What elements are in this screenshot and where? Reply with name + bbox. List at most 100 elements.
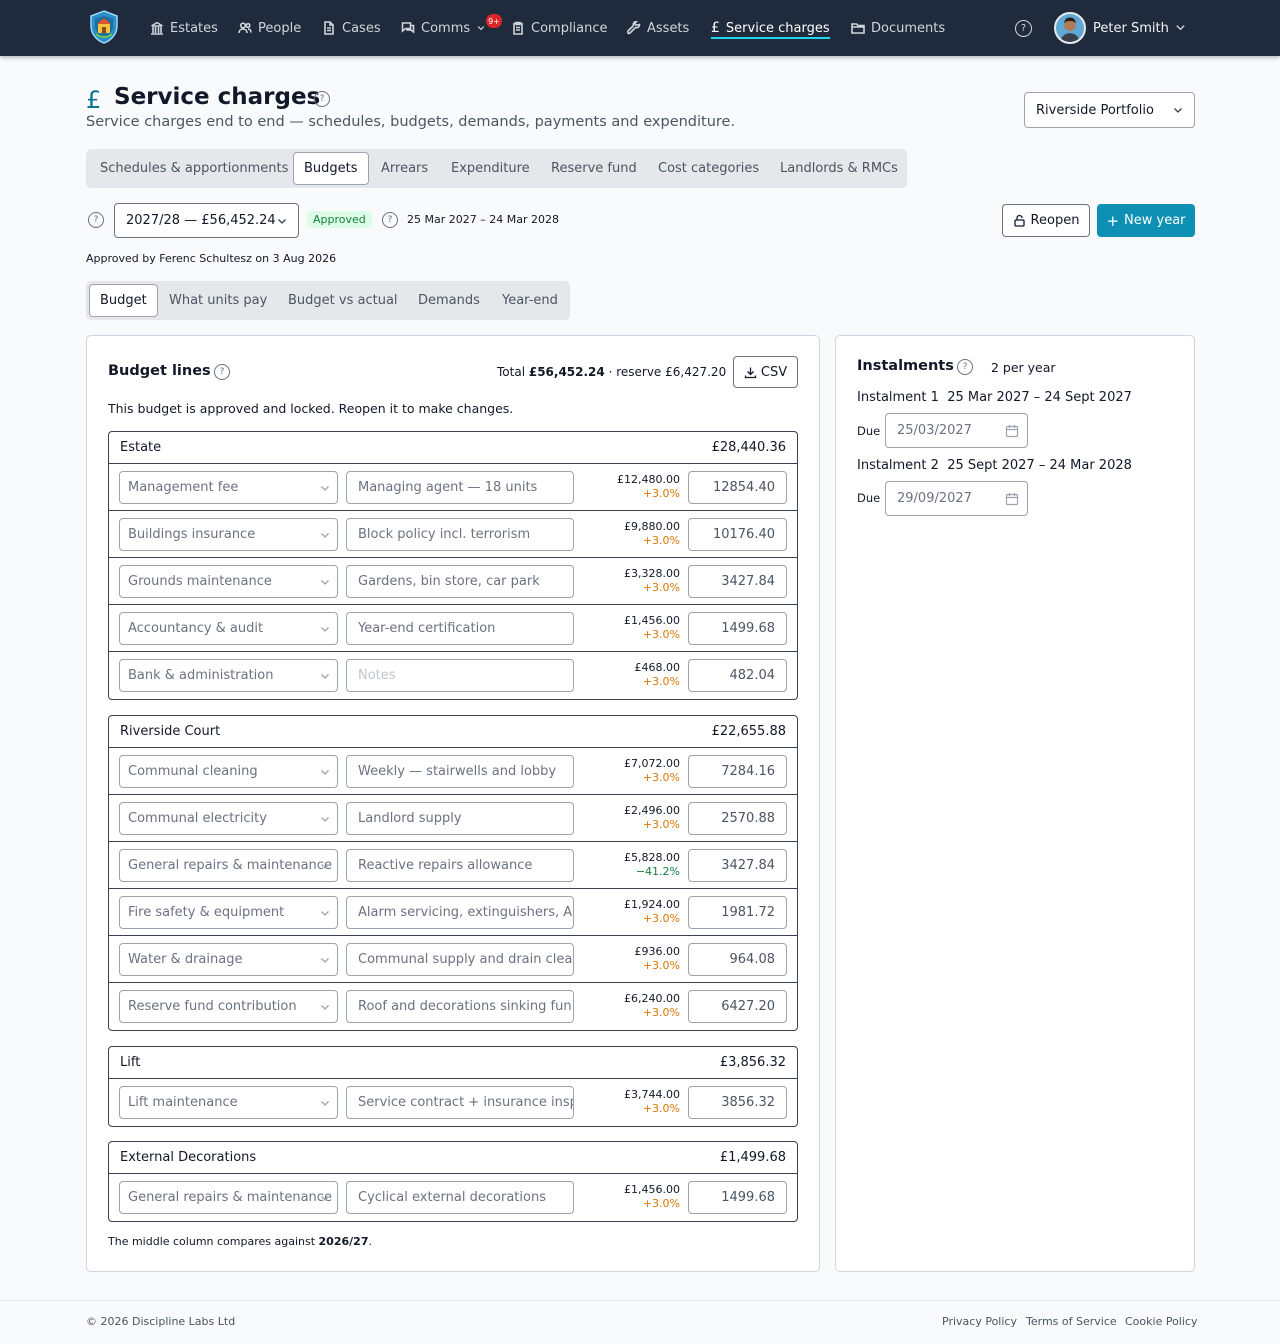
nav-compliance-label: Compliance [531,20,608,36]
terms-of-service-link[interactable]: Terms of Service [1026,1315,1117,1328]
line-notes-input[interactable]: Managing agent — 18 units [346,471,574,504]
calendar-icon[interactable] [1005,492,1019,506]
budget-amount-input[interactable]: 3856.32 [688,1086,787,1119]
calendar-icon[interactable] [1005,424,1019,438]
help-icon[interactable]: ? [1015,20,1032,37]
subtab-budget-vs-actual[interactable]: Budget vs actual [288,281,398,320]
cost-category-select[interactable]: Lift maintenance [119,1086,338,1119]
nav-assets[interactable]: Assets [627,0,689,56]
line-notes-input[interactable]: Gardens, bin store, car park [346,565,574,598]
subtab-demands[interactable]: Demands [418,281,480,320]
previous-year-amount: £1,456.00 +3.0% [624,1183,680,1211]
line-notes-input[interactable]: Landlord supply [346,802,574,835]
budget-line-row: General repairs & maintenance Cyclical ex… [109,1174,797,1221]
budget-year-select[interactable]: 2027/28 — £56,452.24 [114,203,299,238]
budget-amount-value: 1499.68 [721,1190,775,1205]
line-notes-value: Communal supply and drain clea [358,952,573,967]
instalments-help-icon[interactable]: ? [957,359,973,375]
cost-category-value: General repairs & maintenance [128,1190,332,1205]
tab-reserve-fund[interactable]: Reserve fund [551,149,637,188]
tab-cost-categories[interactable]: Cost categories [658,149,759,188]
page-help-icon[interactable]: ? [314,91,330,107]
cost-category-select[interactable]: General repairs & maintenance [119,849,338,882]
tab-schedules-apportionments[interactable]: Schedules & apportionments [100,149,288,188]
line-notes-input[interactable]: Roof and decorations sinking fun [346,990,574,1023]
budget-amount-input[interactable]: 3427.84 [688,849,787,882]
previous-amount: £9,880.00 [624,520,680,533]
budget-amount-input[interactable]: 12854.40 [688,471,787,504]
budget-amount-input[interactable]: 2570.88 [688,802,787,835]
cost-category-select[interactable]: Communal electricity [119,802,338,835]
nav-comms[interactable]: Comms [401,0,486,56]
instalment-2-period: 25 Sept 2027 – 24 Mar 2028 [947,458,1132,473]
cost-category-select[interactable]: Communal cleaning [119,755,338,788]
line-notes-input[interactable]: Weekly — stairwells and lobby [346,755,574,788]
line-notes-input[interactable]: Service contract + insurance insp [346,1086,574,1119]
line-notes-input[interactable]: Alarm servicing, extinguishers, A [346,896,574,929]
chevron-down-icon [321,958,329,963]
nav-estates[interactable]: Estates [150,0,218,56]
line-notes-input[interactable]: Reactive repairs allowance [346,849,574,882]
nav-compliance[interactable]: Compliance [511,0,608,56]
new-year-button[interactable]: + New year [1097,204,1195,237]
csv-export-button[interactable]: CSV [733,356,798,388]
cost-category-select[interactable]: Water & drainage [119,943,338,976]
change-percent: +3.0% [642,534,680,547]
user-menu-chevron-icon[interactable] [1175,22,1186,33]
instalment-1-due-label: Due [857,424,881,438]
line-notes-input[interactable]: Cyclical external decorations [346,1181,574,1214]
nav-service-charges-label: Service charges [725,20,830,36]
budget-amount-input[interactable]: 10176.40 [688,518,787,551]
nav-cases[interactable]: Cases [322,0,381,56]
budget-amount-input[interactable]: 6427.20 [688,990,787,1023]
cost-category-select[interactable]: Accountancy & audit [119,612,338,645]
reopen-button[interactable]: Reopen [1002,204,1090,237]
tab-arrears[interactable]: Arrears [381,149,428,188]
budget-amount-input[interactable]: 1981.72 [688,896,787,929]
budget-amount-input[interactable]: 3427.84 [688,565,787,598]
budget-amount-input[interactable]: 1499.68 [688,1181,787,1214]
instalment-2-due-date-input[interactable]: 29/09/2027 [885,481,1028,516]
cost-category-select[interactable]: Fire safety & equipment [119,896,338,929]
cost-category-select[interactable]: Management fee [119,471,338,504]
nav-people-label: People [258,20,302,36]
budget-lines-help-icon[interactable]: ? [214,364,230,380]
line-notes-input[interactable]: Year-end certification [346,612,574,645]
cost-category-select[interactable]: Buildings insurance [119,518,338,551]
chat-icon [401,22,415,34]
subtab-what-units-pay[interactable]: What units pay [169,281,267,320]
cost-category-select[interactable]: Grounds maintenance [119,565,338,598]
avatar[interactable] [1054,12,1086,44]
tab-expenditure[interactable]: Expenditure [451,149,530,188]
subtab-budget[interactable]: Budget [89,284,158,317]
download-icon [744,367,757,378]
nav-service-charges[interactable]: £ Service charges [711,0,830,56]
budget-amount-input[interactable]: 1499.68 [688,612,787,645]
period-help-icon[interactable]: ? [382,212,398,228]
budget-amount-input[interactable]: 482.04 [688,659,787,692]
privacy-policy-link[interactable]: Privacy Policy [942,1315,1017,1328]
approved-by-text: Approved by Ferenc Schultesz on 3 Aug 20… [86,252,337,265]
cost-category-select[interactable]: Bank & administration [119,659,338,692]
nav-estates-label: Estates [170,20,218,36]
tab-landlords-rmcs[interactable]: Landlords & RMCs [780,149,898,188]
portfolio-select[interactable]: Riverside Portfolio [1024,92,1195,128]
instalment-1-due-date-input[interactable]: 25/03/2027 [885,413,1028,448]
cookie-policy-link[interactable]: Cookie Policy [1125,1315,1197,1328]
line-notes-input[interactable]: Block policy incl. terrorism [346,518,574,551]
nav-people[interactable]: People [238,0,301,56]
budget-amount-input[interactable]: 964.08 [688,943,787,976]
subtab-year-end[interactable]: Year-end [502,281,558,320]
line-notes-input[interactable]: Notes [346,659,574,692]
tab-budgets[interactable]: Budgets [293,152,369,185]
line-notes-input[interactable]: Communal supply and drain clea [346,943,574,976]
cost-category-select[interactable]: Reserve fund contribution [119,990,338,1023]
budget-amount-input[interactable]: 7284.16 [688,755,787,788]
shield-logo-icon[interactable] [88,10,120,44]
budget-period: 25 Mar 2027 – 24 Mar 2028 [407,213,559,226]
nav-documents[interactable]: Documents [851,0,945,56]
budget-year-help-icon[interactable]: ? [88,212,104,228]
total-value: £56,452.24 [528,365,605,379]
cost-category-select[interactable]: General repairs & maintenance [119,1181,338,1214]
user-name[interactable]: Peter Smith [1093,0,1169,56]
